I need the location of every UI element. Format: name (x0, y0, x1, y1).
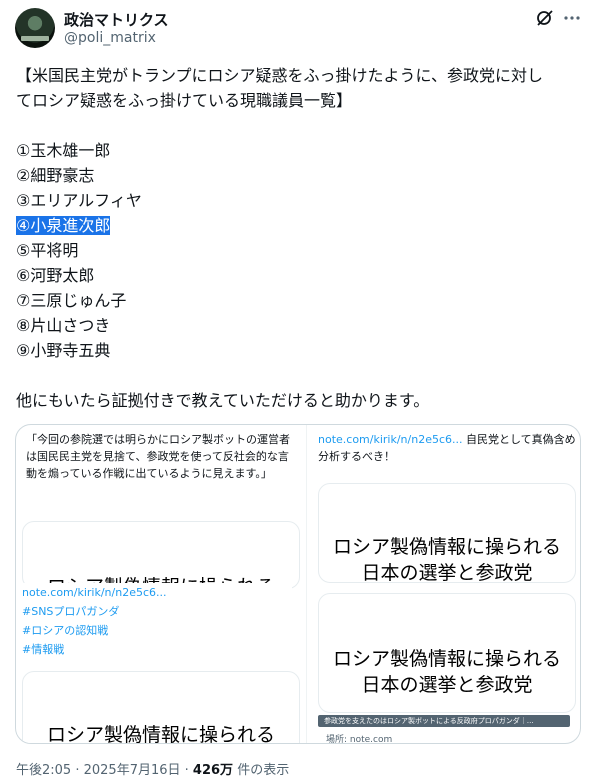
meta-separator: · (180, 763, 193, 778)
tweet-line: ⑤平将明 (16, 241, 79, 260)
highlighted-text: ④小泉進次郎 (16, 216, 111, 235)
meta-separator: · (71, 763, 84, 778)
tweet-line (16, 113, 582, 138)
tweet-line: ⑧片山さつき (16, 316, 111, 335)
article-source: 場所: note.com (326, 735, 393, 744)
avatar[interactable] (15, 8, 55, 48)
article-title-line2: 日本の選挙と参政党 (361, 674, 533, 696)
grok-icon[interactable] (535, 8, 555, 28)
tweet-line (16, 363, 582, 388)
tweet-meta: 午後2:05 · 2025年7月16日 · 426万 件の表示 (16, 759, 289, 778)
view-count: 426万 (192, 763, 234, 778)
article-image[interactable]: ロシア製偽情報に操られる 日本の選挙と参政党 (318, 483, 576, 583)
hashtag-link[interactable]: #ロシアの認知戦 (22, 621, 292, 640)
article-title-line1: ロシア製偽情報に操られる (332, 648, 561, 670)
tweet-line: ⑦三原じゅん子 (16, 291, 127, 310)
tweet-line: ⑥河野太郎 (16, 266, 95, 285)
card-right-column: note.com/kirik/n/n2e5c6... 自民党として真偽含め分析す… (306, 425, 580, 744)
article-caption: 参政党を支えたのはロシア製ボットによる反政府プロパガンダ｜… (318, 715, 570, 727)
author-handle[interactable]: @poli_matrix (64, 30, 156, 46)
article-title-line1: ロシア製偽情報に操られる (332, 536, 561, 558)
note-link[interactable]: note.com/kirik/n/n2e5c6... (318, 433, 463, 446)
view-label: 件の表示 (233, 763, 290, 778)
quote-text: 「今回の参院選では明らかにロシア製ボットの運営者は国民民主党を見捨て、参政党を使… (26, 433, 290, 480)
card-left-column: 「今回の参院選では明らかにロシア製ボットの運営者は国民民主党を見捨て、参政党を使… (16, 425, 306, 744)
link-preview-card[interactable]: 「今回の参院選では明らかにロシア製ボットの運営者は国民民主党を見捨て、参政党を使… (15, 424, 581, 744)
article-image-thumb[interactable]: ロシア製偽情報に操られる (22, 671, 300, 744)
tweet-header: 政治マトリクス @poli_matrix (0, 0, 595, 54)
tweet-time[interactable]: 午後2:05 (16, 763, 71, 778)
tweet-line: てロシア疑惑をふっ掛けている現職議員一覧】 (16, 91, 353, 110)
note-link[interactable]: note.com/kirik/n/n2e5c6... (22, 583, 292, 602)
tweet-line: ①玉木雄一郎 (16, 141, 111, 160)
article-image-thumb[interactable]: ロシア製偽情報に操られる (22, 521, 300, 589)
tweet-line: ⑨小野寺五典 (16, 341, 111, 360)
author-display-name[interactable]: 政治マトリクス (64, 9, 169, 30)
article-image[interactable]: ロシア製偽情報に操られる 日本の選挙と参政党 (318, 593, 576, 713)
more-icon[interactable] (562, 8, 582, 28)
tweet-line: 他にもいたら証拠付きで教えていただけると助かります。 (16, 391, 430, 410)
article-title: ロシア製偽情報に操られる (46, 724, 275, 744)
tweet-text: 【米国民主党がトランプにロシア疑惑をふっ掛けたように、参政党に対し てロシア疑惑を… (16, 63, 582, 413)
article-title-line2: 日本の選挙と参政党 (361, 562, 533, 583)
tweet-line: ②細野豪志 (16, 166, 95, 185)
tweet-date[interactable]: 2025年7月16日 (84, 763, 181, 778)
tweet-line: ③エリアルフィヤ (16, 191, 142, 210)
link-list: note.com/kirik/n/n2e5c6... #SNSプロパガンダ #ロ… (22, 583, 292, 659)
tweet-line: 【米国民主党がトランプにロシア疑惑をふっ掛けたように、参政党に対し (16, 66, 544, 85)
tweet-line: ④小泉進次郎 (16, 213, 582, 238)
hashtag-link[interactable]: #情報戦 (22, 640, 292, 659)
hashtag-link[interactable]: #SNSプロパガンダ (22, 602, 292, 621)
right-snippet: note.com/kirik/n/n2e5c6... 自民党として真偽含め分析す… (318, 431, 580, 465)
